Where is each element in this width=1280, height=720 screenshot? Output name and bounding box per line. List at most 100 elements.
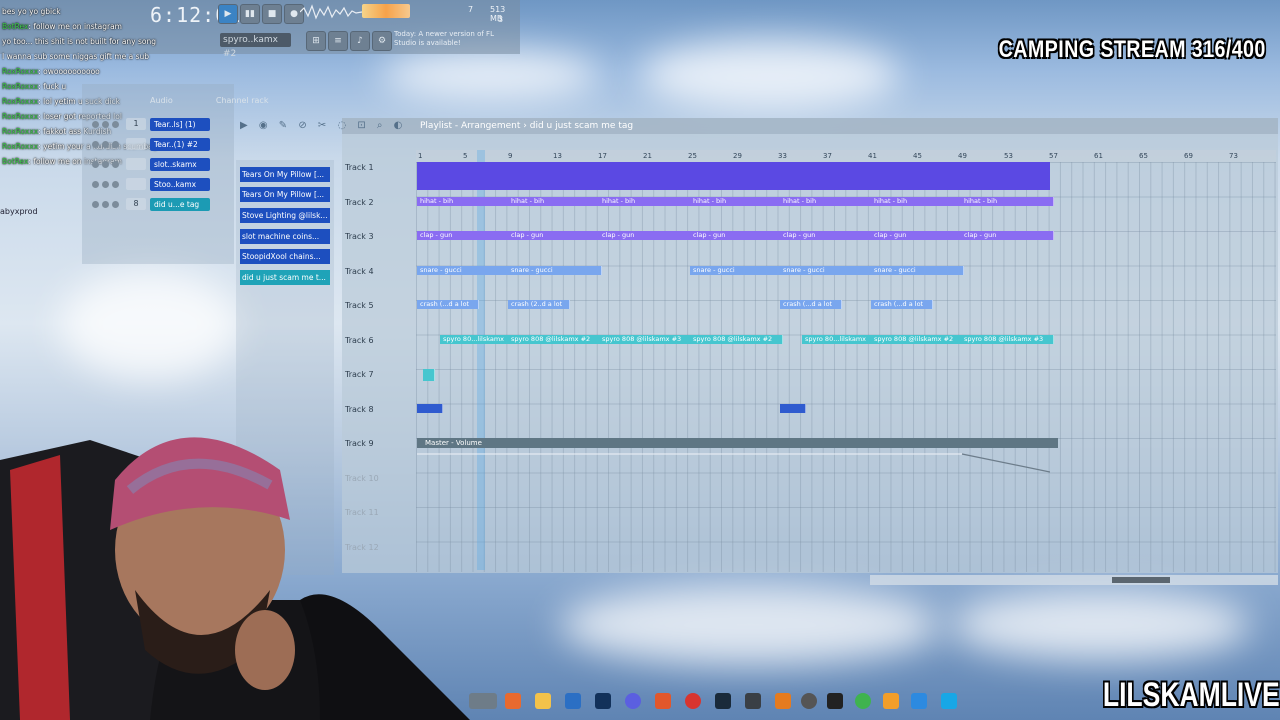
channel-leds[interactable] <box>92 121 99 128</box>
browser-item[interactable]: slot machine coins... <box>240 229 330 244</box>
scrollbar-thumb[interactable] <box>1112 577 1170 583</box>
hihat-clip[interactable]: hihat - bih <box>871 197 964 206</box>
photoshop-icon[interactable] <box>595 693 611 709</box>
track-label[interactable]: Track 3 <box>345 232 405 241</box>
app-icon[interactable] <box>911 693 927 709</box>
track-label[interactable]: Track 5 <box>345 301 405 310</box>
hihat-clip[interactable]: hihat - bih <box>780 197 874 206</box>
chat-text: bes yo yo gbick <box>2 7 61 16</box>
hihat-clip[interactable]: hihat - bih <box>599 197 693 206</box>
master-volume-clip[interactable]: Master - Volume <box>417 438 1058 448</box>
channel-name[interactable]: did u...e tag <box>150 198 210 211</box>
channel-leds[interactable] <box>92 141 99 148</box>
track-label[interactable]: Track 7 <box>345 370 405 379</box>
browser-item[interactable]: Tears On My Pillow [... <box>240 167 330 182</box>
channel-row[interactable]: Stoo..kamx <box>86 178 236 192</box>
channel-row[interactable]: Tear..(1) #2 <box>86 138 236 152</box>
channel-name[interactable]: slot..skamx <box>150 158 210 171</box>
audio-filter[interactable]: Audio <box>150 96 173 105</box>
spyro-clip[interactable]: spyro 808 @lilskamx #2 <box>508 335 602 344</box>
steam-icon[interactable] <box>715 693 731 709</box>
app-icon[interactable] <box>775 693 791 709</box>
track-label[interactable]: Track 6 <box>345 336 405 345</box>
channel-row[interactable]: slot..skamx <box>86 158 236 172</box>
channel-number[interactable]: 8 <box>126 198 146 210</box>
spyro-clip[interactable]: spyro 808 @lilskamx #2 <box>871 335 964 344</box>
app-icon[interactable] <box>855 693 871 709</box>
channel-row[interactable]: 1 Tear..ls] (1) <box>86 118 236 132</box>
timeline-ruler[interactable]: 1 5 9 13 17 21 25 29 33 37 41 45 49 53 5… <box>416 150 1276 162</box>
mixer-icon[interactable]: ≡ <box>328 31 348 51</box>
store-icon[interactable] <box>565 693 581 709</box>
horizontal-scrollbar[interactable] <box>870 575 1278 585</box>
app-icon[interactable] <box>941 693 957 709</box>
hihat-clip[interactable]: hihat - bih <box>508 197 602 206</box>
chrome-icon[interactable] <box>685 693 701 709</box>
snare-clip[interactable]: snare - gucci <box>871 266 964 275</box>
channel-leds[interactable] <box>92 201 99 208</box>
discord-icon[interactable] <box>625 693 641 709</box>
channel-row[interactable]: 8 did u...e tag <box>86 198 236 212</box>
hihat-clip[interactable]: hihat - bih <box>961 197 1054 206</box>
search-icon[interactable] <box>469 693 497 709</box>
track-1-clip[interactable] <box>417 162 1050 190</box>
channel-leds[interactable] <box>92 181 99 188</box>
channel-name[interactable]: Tear..(1) #2 <box>150 138 210 151</box>
channel-number[interactable] <box>126 138 146 150</box>
snare-clip[interactable]: snare - gucci <box>780 266 874 275</box>
browser-item[interactable]: Stove Lighting @lilsk... <box>240 208 330 223</box>
channel-brand: LILSKAMLIVE <box>1103 676 1280 714</box>
channel-number[interactable] <box>126 158 146 170</box>
snap-icon[interactable]: ⊞ <box>306 31 326 51</box>
clap-clip[interactable]: clap - gun <box>599 231 693 240</box>
snare-clip[interactable]: snare - gucci <box>508 266 602 275</box>
app-icon[interactable] <box>745 693 761 709</box>
crash-clip[interactable]: crash (2..d a lot <box>508 300 570 309</box>
app-icon[interactable] <box>505 693 521 709</box>
playlist-tools[interactable]: ▶ ◉ ✎ ⊘ ✂ ◌ ⊡ ⌕ ◐ <box>240 120 406 131</box>
clap-clip[interactable]: clap - gun <box>780 231 874 240</box>
browser-icon[interactable]: ⚙ <box>372 31 392 51</box>
clap-clip[interactable]: clap - gun <box>508 231 602 240</box>
spyro-clip[interactable]: spyro 808 @lilskamx #2 <box>690 335 783 344</box>
playlist-grid[interactable] <box>416 162 1276 572</box>
track-label[interactable]: Track 2 <box>345 198 405 207</box>
capcut-icon[interactable] <box>827 693 843 709</box>
browser-item[interactable]: did u just scam me t... <box>240 270 330 285</box>
browser-item[interactable]: StoopidXool chains... <box>240 249 330 264</box>
browser-item[interactable]: Tears On My Pillow [... <box>240 187 330 202</box>
spyro-clip[interactable]: spyro 808 @lilskamx #3 <box>961 335 1054 344</box>
channel-name[interactable]: Stoo..kamx <box>150 178 210 191</box>
hihat-clip[interactable]: hihat - bih <box>690 197 783 206</box>
track-label[interactable]: Track 1 <box>345 163 405 172</box>
piano-roll-icon[interactable]: ♪ <box>350 31 370 51</box>
track-label[interactable]: Track 4 <box>345 267 405 276</box>
channel-number[interactable] <box>126 178 146 190</box>
channel-name[interactable]: Tear..ls] (1) <box>150 118 210 131</box>
track-7-clip[interactable] <box>423 369 435 381</box>
snare-clip[interactable]: snare - gucci <box>690 266 783 275</box>
track-8-clip[interactable] <box>780 404 806 413</box>
crash-clip[interactable]: crash (...d a lot <box>780 300 842 309</box>
brave-icon[interactable] <box>655 693 671 709</box>
crash-clip[interactable]: crash (...d a lot <box>871 300 933 309</box>
chat-user: RoxRoxxx <box>2 97 39 106</box>
spyro-clip[interactable]: spyro 80...lilskamx <box>440 335 511 344</box>
folder-icon[interactable] <box>535 693 551 709</box>
channel-number[interactable]: 1 <box>126 118 146 130</box>
update-hint[interactable]: Today: A newer version of FL Studio is a… <box>394 30 494 48</box>
playhead[interactable] <box>477 150 485 570</box>
hihat-clip[interactable]: hihat - bih <box>417 197 511 206</box>
spyro-clip[interactable]: spyro 808 @lilskamx #3 <box>599 335 693 344</box>
snare-clip[interactable]: snare - gucci <box>417 266 511 275</box>
crash-clip[interactable]: crash (...d a lot <box>417 300 479 309</box>
app-icon[interactable] <box>801 693 817 709</box>
channel-leds[interactable] <box>92 161 99 168</box>
clap-clip[interactable]: clap - gun <box>417 231 511 240</box>
clap-clip[interactable]: clap - gun <box>690 231 783 240</box>
clap-clip[interactable]: clap - gun <box>871 231 964 240</box>
fl-studio-icon[interactable] <box>883 693 899 709</box>
spyro-clip[interactable]: spyro 80...lilskamx <box>802 335 874 344</box>
ruler-tick: 17 <box>598 152 607 160</box>
clap-clip[interactable]: clap - gun <box>961 231 1054 240</box>
